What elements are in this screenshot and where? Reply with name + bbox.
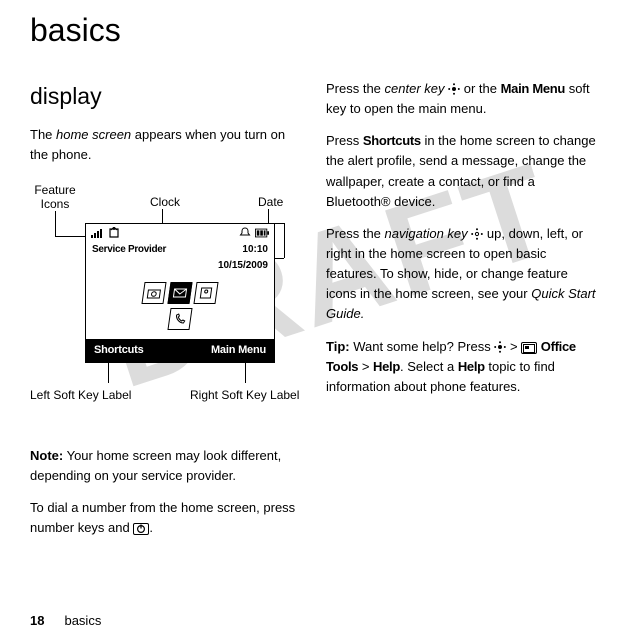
section-heading-display: display xyxy=(30,79,302,115)
right-column: Press the center key or the Main Menu so… xyxy=(326,79,598,550)
app-messaging-icon xyxy=(167,282,192,304)
soft-key-right: Main Menu xyxy=(211,342,266,359)
callout-clock: Clock xyxy=(150,195,180,209)
text: Press the xyxy=(326,226,385,241)
phone-screen: Service Provider 10:10 10/15/2009 Shortc… xyxy=(85,223,275,363)
text: Your home screen may look different, dep… xyxy=(30,448,281,483)
service-provider-label: Service Provider xyxy=(92,242,166,258)
page-footer: 18 basics xyxy=(30,613,101,628)
bell-icon xyxy=(238,227,252,239)
center-key-icon xyxy=(448,83,460,95)
callout-date: Date xyxy=(258,195,283,209)
text: Press the xyxy=(326,81,385,96)
footer-section-label: basics xyxy=(64,613,101,628)
text: . Select a xyxy=(400,359,458,374)
app-row-2 xyxy=(86,308,274,330)
ui-label-shortcuts: Shortcuts xyxy=(363,133,421,148)
tip-label: Tip: xyxy=(326,339,350,354)
page-title: basics xyxy=(30,12,598,49)
app-row-1 xyxy=(86,282,274,304)
center-key-icon xyxy=(494,341,506,353)
home-screen-diagram: Feature Icons Clock Date xyxy=(30,183,302,418)
text: Want some help? Press xyxy=(350,339,495,354)
app-dialer-icon xyxy=(167,308,192,330)
date-value: 10/15/2009 xyxy=(86,258,274,274)
callout-left-softkey: Left Soft Key Label xyxy=(30,388,131,402)
text-em: navigation key xyxy=(385,226,468,241)
signal-icon xyxy=(91,227,105,239)
para-shortcuts: Press Shortcuts in the home screen to ch… xyxy=(326,131,598,212)
ui-label-main-menu: Main Menu xyxy=(501,81,565,96)
clock-value: 10:10 xyxy=(242,242,268,258)
text-em: home screen xyxy=(56,127,131,142)
ui-label-help-topic: Help xyxy=(458,359,485,374)
status-bar xyxy=(86,224,274,240)
para-dial: To dial a number from the home screen, p… xyxy=(30,498,302,538)
text: > xyxy=(358,359,373,374)
para-tip: Tip: Want some help? Press > Office Tool… xyxy=(326,337,598,397)
nav-key-icon xyxy=(471,228,483,240)
send-key-icon xyxy=(133,523,149,535)
para-center-key: Press the center key or the Main Menu so… xyxy=(326,79,598,119)
para-home-screen: The home screen appears when you turn on… xyxy=(30,125,302,165)
ui-label-help: Help xyxy=(373,359,400,374)
para-note: Note: Your home screen may look differen… xyxy=(30,446,302,486)
battery-icon xyxy=(255,227,269,239)
text: The xyxy=(30,127,56,142)
callout-feature-icons: Feature Icons xyxy=(30,183,80,212)
text: . xyxy=(149,520,153,535)
app-camera-icon xyxy=(141,282,166,304)
page-number: 18 xyxy=(30,613,44,628)
office-tools-app-icon xyxy=(521,342,537,354)
data-icon xyxy=(108,227,122,239)
text-em: center key xyxy=(385,81,445,96)
note-label: Note: xyxy=(30,448,63,463)
app-contacts-icon xyxy=(193,282,218,304)
text: or the xyxy=(460,81,500,96)
soft-key-bar: Shortcuts Main Menu xyxy=(86,339,274,362)
para-navkey: Press the navigation key up, down, left,… xyxy=(326,224,598,325)
left-column: display The home screen appears when you… xyxy=(30,79,302,550)
callout-right-softkey: Right Soft Key Label xyxy=(190,388,299,402)
text: Press xyxy=(326,133,363,148)
text: To dial a number from the home screen, p… xyxy=(30,500,295,535)
soft-key-left: Shortcuts xyxy=(94,342,144,359)
